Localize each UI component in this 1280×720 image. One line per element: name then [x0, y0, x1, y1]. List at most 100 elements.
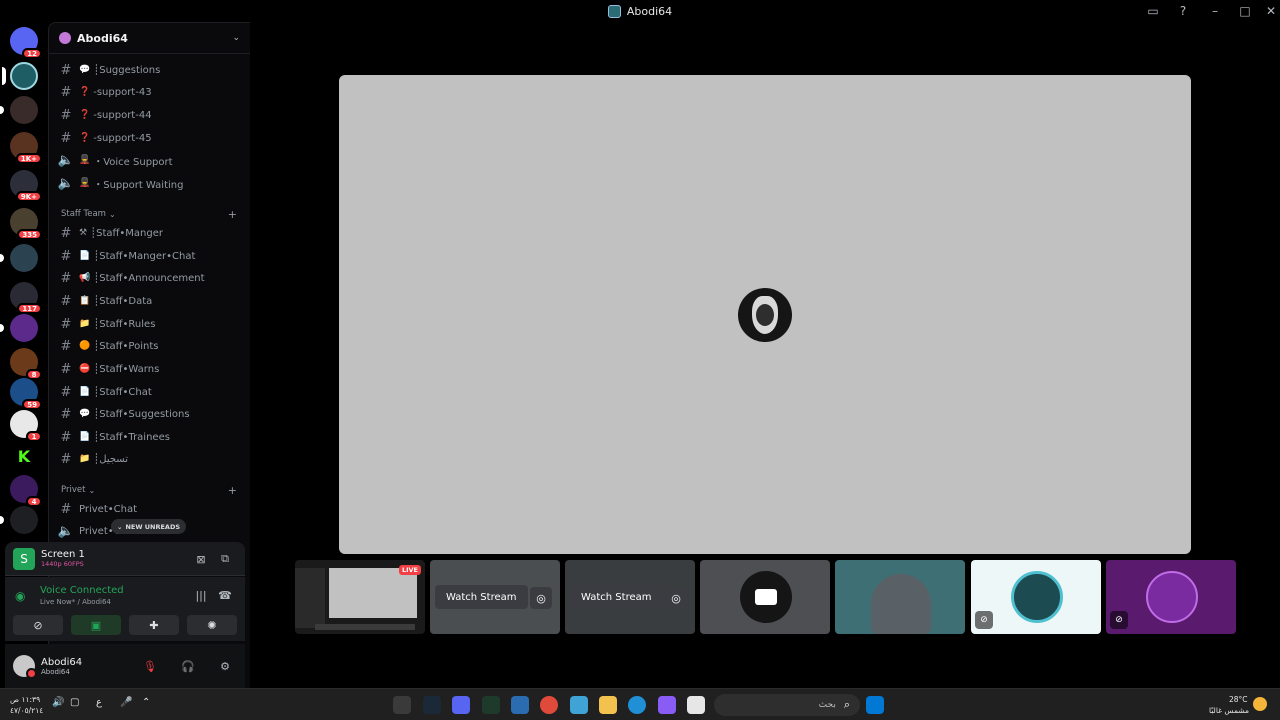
window-title: Abodi64: [607, 4, 672, 18]
tile-stream-3[interactable]: Watch Stream ◎: [565, 560, 695, 634]
file-explorer-icon[interactable]: [599, 696, 617, 714]
voice-channel-support[interactable]: 🔈 💂 ・Voice Support: [57, 150, 243, 170]
clock-time[interactable]: ١١:٣٩ ص: [10, 695, 40, 704]
tile-stream-2[interactable]: Watch Stream ◎: [430, 560, 560, 634]
voice-status[interactable]: Voice Connected: [40, 585, 124, 596]
screen-preview-icon: S: [13, 547, 35, 570]
minimize-button[interactable]: –: [1206, 2, 1224, 20]
weather-temp[interactable]: 28°C: [1229, 695, 1248, 704]
close-button[interactable]: ✕: [1262, 2, 1280, 20]
server-violet[interactable]: 4: [10, 475, 42, 507]
channel-staff-announcement[interactable]: # 📢 ┊Staff•Announcement: [57, 268, 243, 288]
add-channel-icon[interactable]: +: [228, 208, 237, 221]
steam-icon[interactable]: [423, 696, 441, 714]
chevron-up-icon[interactable]: ⌃: [142, 697, 150, 708]
share-screen-button[interactable]: ▣: [71, 615, 121, 635]
edge-icon[interactable]: [628, 696, 646, 714]
server-folder-1[interactable]: 1K+: [10, 132, 42, 164]
server-folder-4[interactable]: [0, 244, 38, 272]
tile-live-stream[interactable]: LIVE: [295, 560, 425, 634]
channel-staff-points[interactable]: # 🟠 ┊Staff•Points: [57, 336, 243, 356]
windows-start-icon[interactable]: [866, 696, 884, 714]
app-icon-1[interactable]: [393, 696, 411, 714]
avatar[interactable]: [13, 655, 37, 679]
disconnect-icon[interactable]: ☎: [216, 586, 234, 604]
tile-user-2[interactable]: [835, 560, 965, 634]
server-purple[interactable]: [0, 314, 38, 342]
signal-icon[interactable]: ◉: [15, 589, 25, 603]
watch-preview-icon[interactable]: ◎: [530, 587, 552, 609]
soundboard-button[interactable]: ✺: [187, 615, 237, 635]
channel-suggestions[interactable]: # 💬 ┊Suggestions: [57, 60, 243, 80]
clock-date[interactable]: ٤٧/٠٥/٢١٤: [10, 706, 43, 715]
maximize-button[interactable]: □: [1236, 2, 1254, 20]
noise-suppression-icon[interactable]: |||: [192, 586, 210, 604]
guild-header[interactable]: Abodi64 ⌄: [49, 23, 250, 54]
discord-icon[interactable]: [452, 696, 470, 714]
hash-icon: #: [60, 270, 72, 286]
server-blue[interactable]: 59: [10, 378, 42, 410]
watch-preview-icon[interactable]: ◎: [665, 587, 687, 609]
add-channel-icon[interactable]: +: [228, 484, 237, 497]
channel-staff-trainees[interactable]: # 📄 ┊Staff•Trainees: [57, 427, 243, 447]
channel-staff-warns[interactable]: # ⛔ ┊Staff•Warns: [57, 359, 243, 379]
category-privet[interactable]: Privet ⌄ +: [61, 484, 241, 497]
server-kick-icon[interactable]: K: [10, 442, 38, 470]
screen-share-info: Screen 1 1440p 60FPS: [41, 549, 85, 568]
channel-staff-data[interactable]: # 📋 ┊Staff•Data: [57, 291, 243, 311]
store-icon[interactable]: [570, 696, 588, 714]
gear-icon[interactable]: ⚙: [216, 657, 234, 675]
user-info[interactable]: Abodi64 Abodi64: [41, 657, 82, 676]
channel-staff-manger-chat[interactable]: # 📄 ┊Staff•Manger•Chat: [57, 246, 243, 266]
voice-channel-support-waiting[interactable]: 🔈 💂 ・Support Waiting: [57, 173, 243, 193]
tile-user-camera[interactable]: [700, 560, 830, 634]
server-folder-2[interactable]: 9K+: [10, 170, 42, 202]
terminal-icon[interactable]: [482, 696, 500, 714]
direct-messages-button[interactable]: 12: [10, 27, 42, 59]
copilot-icon[interactable]: [658, 696, 676, 714]
watch-stream-button[interactable]: Watch Stream: [435, 585, 528, 609]
channel-staff-suggestions[interactable]: # 💬 ┊Staff•Suggestions: [57, 404, 243, 424]
server-folder-3[interactable]: 335: [10, 208, 42, 240]
server-white[interactable]: 1: [10, 410, 42, 442]
channel-privet-chat[interactable]: # Privet•Chat: [57, 499, 243, 519]
volume-icon[interactable]: 🔊: [52, 697, 64, 708]
taskbar-search[interactable]: بحث ⌕: [714, 694, 860, 716]
server-last[interactable]: [0, 506, 38, 534]
tile-user-3[interactable]: ⊘: [971, 560, 1101, 634]
stream-settings-icon[interactable]: ⧉: [216, 550, 234, 568]
microphone-icon[interactable]: 🎤: [120, 697, 132, 708]
channel-name: ┊Staff•Points: [93, 340, 159, 352]
chrome-icon[interactable]: [540, 696, 558, 714]
category-staff-team[interactable]: Staff Team ⌄ +: [61, 208, 241, 221]
watch-stream-button[interactable]: Watch Stream: [570, 585, 663, 609]
channel-tasjeel[interactable]: # 📁 ┊تسجيل: [57, 449, 243, 469]
deafen-icon[interactable]: 🎧: [179, 657, 197, 675]
focused-stream-stage[interactable]: [339, 75, 1191, 554]
tile-user-4[interactable]: ⊘: [1106, 560, 1236, 634]
channel-support-43[interactable]: # ❓ -support-43: [57, 82, 243, 102]
network-icon[interactable]: ▢: [70, 697, 79, 708]
new-unreads-pill[interactable]: ⌄ NEW UNREADS: [111, 519, 187, 534]
mute-mic-icon[interactable]: 🎙: [141, 657, 159, 675]
notepad-icon[interactable]: [687, 696, 705, 714]
channel-support-45[interactable]: # ❓ -support-45: [57, 128, 243, 148]
channel-staff-manger[interactable]: # ⚒ ┊Staff•Manger: [57, 223, 243, 243]
channel-staff-rules[interactable]: # 📁 ┊Staff•Rules: [57, 314, 243, 334]
activities-button[interactable]: ✚: [129, 615, 179, 635]
unread-pip: [0, 254, 4, 262]
outlook-icon[interactable]: [511, 696, 529, 714]
stop-stream-icon[interactable]: ⊠: [192, 550, 210, 568]
help-icon[interactable]: ?: [1174, 2, 1192, 20]
server-orange[interactable]: 8: [10, 348, 42, 380]
server-customs[interactable]: [0, 96, 38, 124]
camera-off-button[interactable]: ⊘: [13, 615, 63, 635]
server-abodi64[interactable]: [2, 62, 38, 90]
language-indicator[interactable]: ع: [96, 697, 102, 708]
server-folder-5[interactable]: 117: [10, 282, 42, 314]
weather-text[interactable]: مشمس غالبًا: [1209, 706, 1249, 715]
weather-sun-icon[interactable]: [1253, 697, 1267, 711]
channel-staff-chat[interactable]: # 📄 ┊Staff•Chat: [57, 382, 243, 402]
channel-support-44[interactable]: # ❓ -support-44: [57, 105, 243, 125]
inbox-icon[interactable]: ▭: [1144, 2, 1162, 20]
